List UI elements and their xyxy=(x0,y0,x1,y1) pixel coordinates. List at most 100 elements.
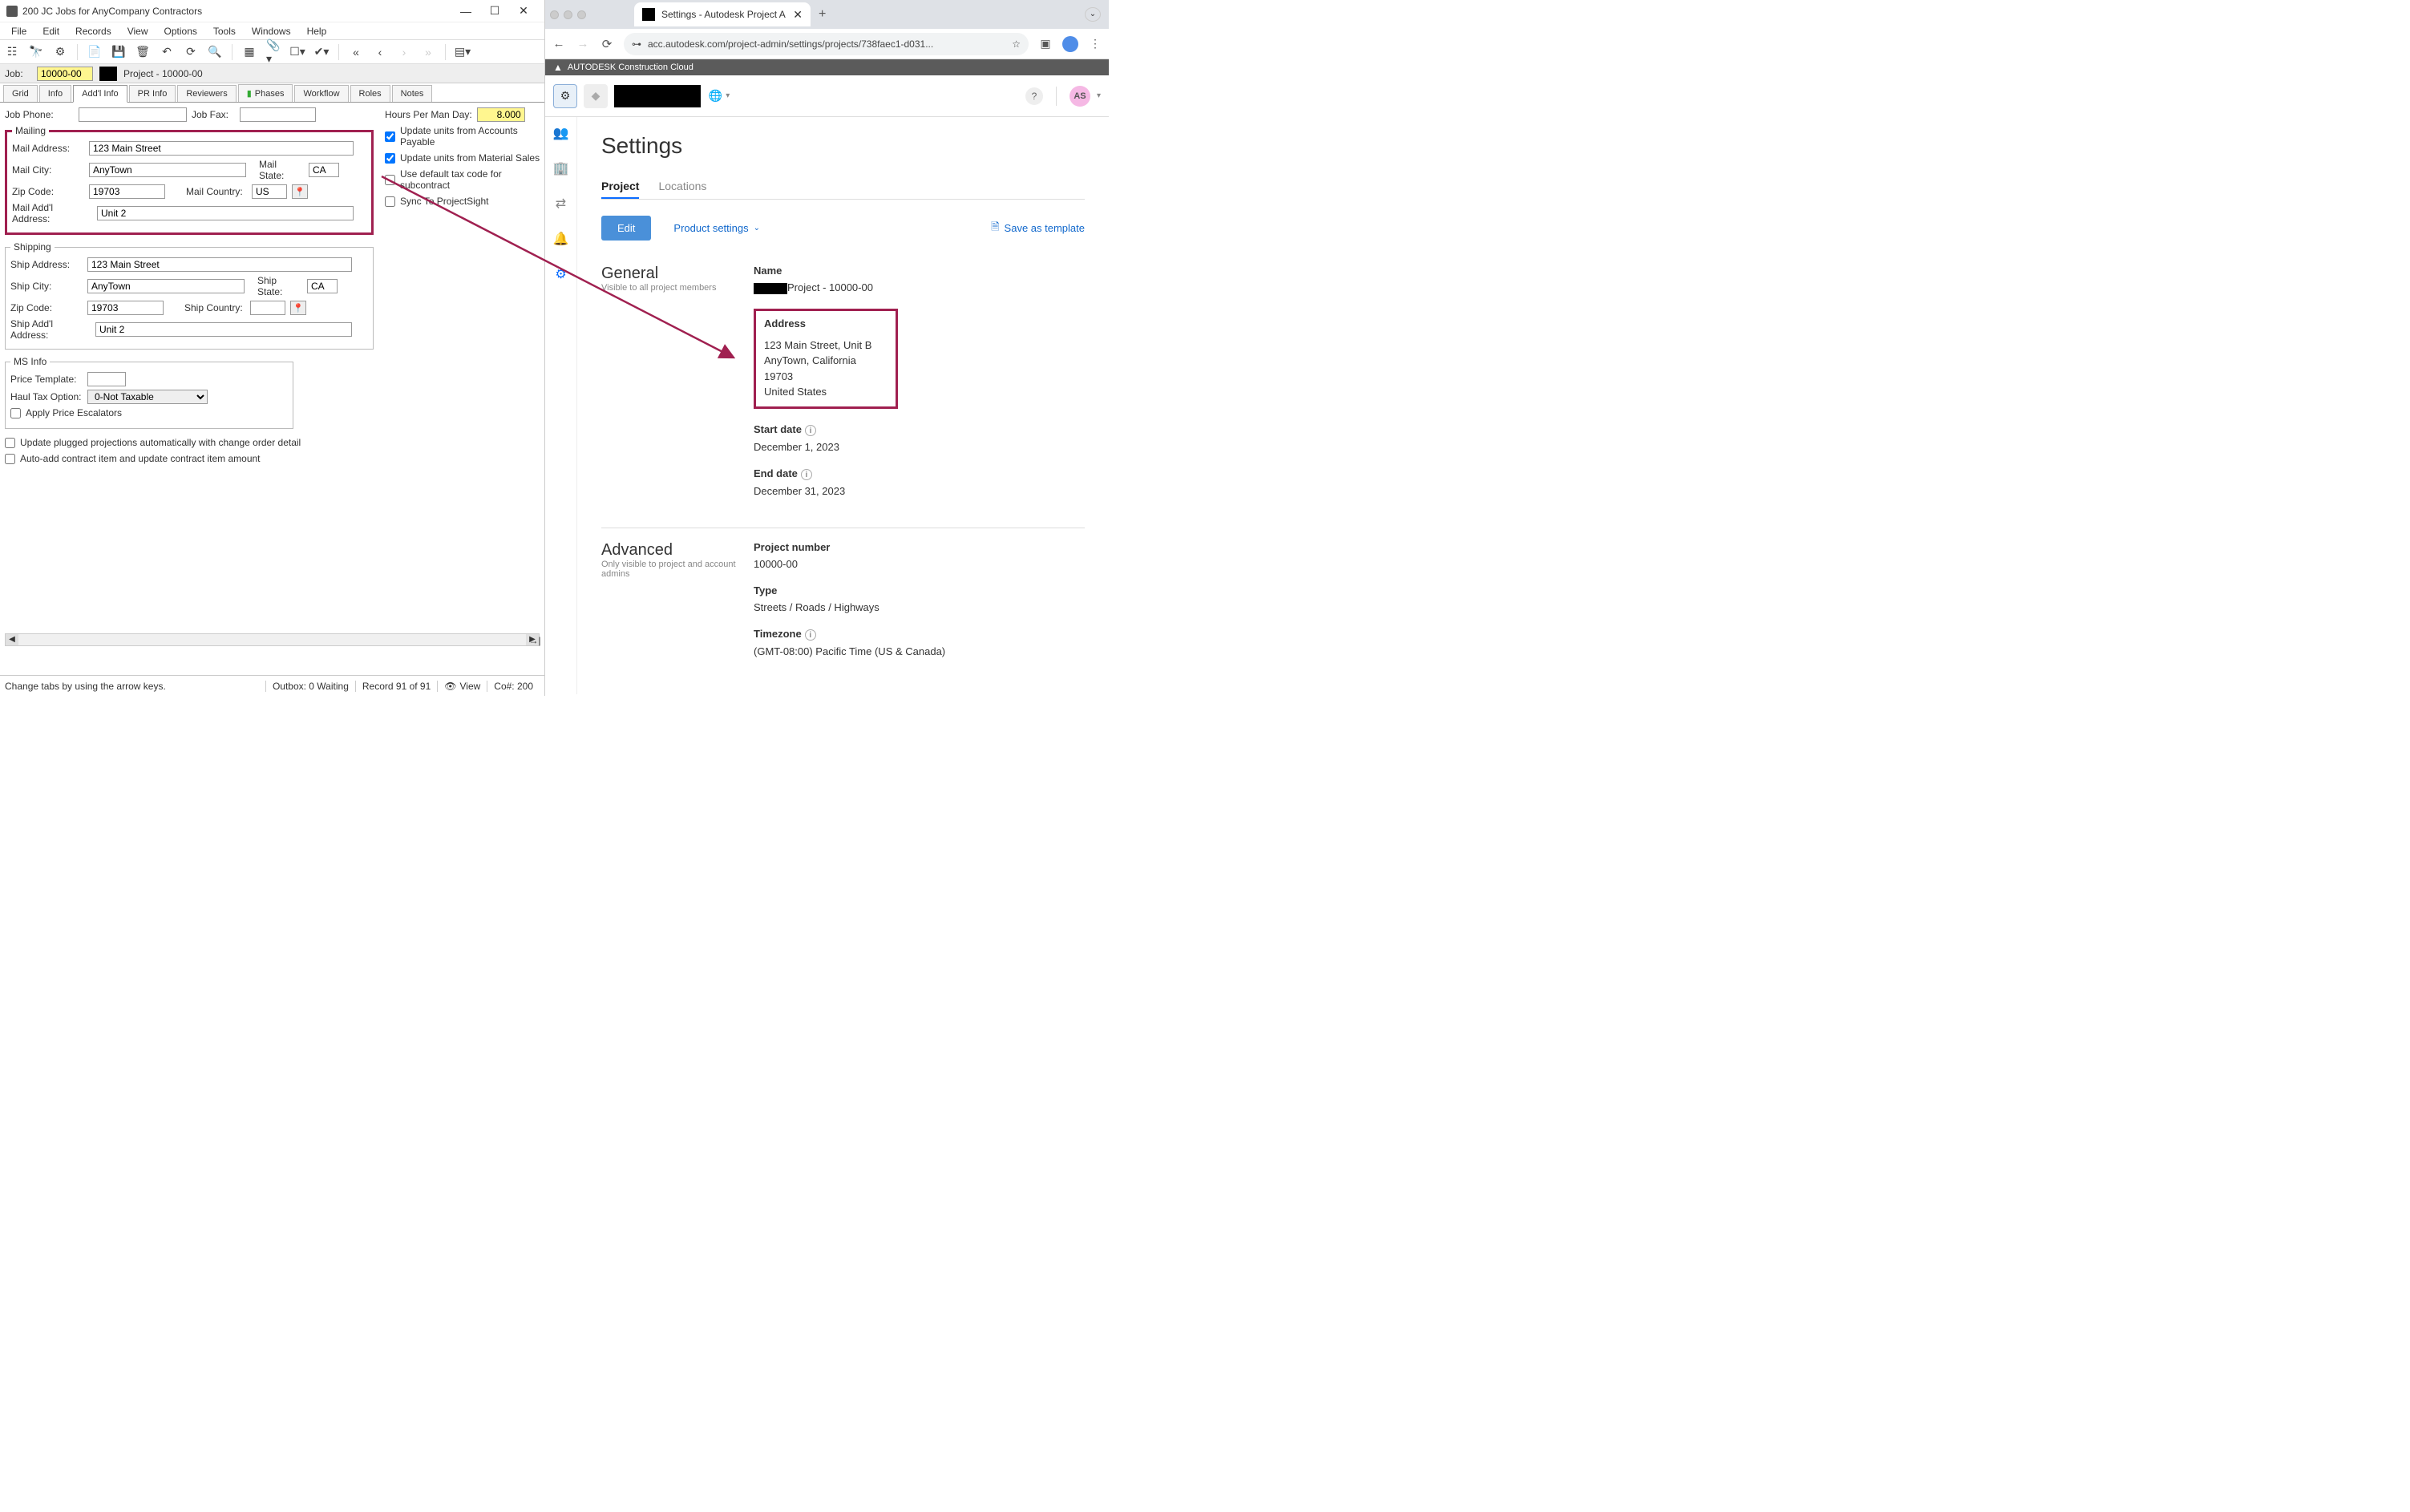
url-box[interactable]: ⊶ acc.autodesk.com/project-admin/setting… xyxy=(624,33,1029,55)
module-picker-button[interactable]: ◆ xyxy=(584,84,608,108)
table-icon[interactable]: ▤▾ xyxy=(455,45,470,59)
delete-icon[interactable]: 🗑 xyxy=(135,45,150,59)
menu-records[interactable]: Records xyxy=(67,26,119,37)
admin-gear-button[interactable]: ⚙ xyxy=(553,84,577,108)
rail-settings-icon[interactable]: ⚙ xyxy=(555,266,566,282)
save-as-template-link[interactable]: 🗎 Save as template xyxy=(991,220,1085,237)
edit-button[interactable]: Edit xyxy=(601,216,651,241)
new-tab-button[interactable]: + xyxy=(819,7,826,22)
refresh-icon[interactable]: ⟳ xyxy=(184,45,198,59)
tab-addl-info[interactable]: Add'l Info xyxy=(73,85,127,103)
auto-add-checkbox[interactable] xyxy=(5,454,15,464)
prev-icon[interactable]: ‹ xyxy=(373,45,387,59)
tab-locations[interactable]: Locations xyxy=(658,175,706,199)
use-default-tax-checkbox[interactable] xyxy=(385,175,395,185)
last-icon[interactable]: » xyxy=(421,45,435,59)
attach-icon[interactable]: 📎▾ xyxy=(266,45,281,59)
tab-roles[interactable]: Roles xyxy=(350,85,390,102)
hours-per-man-input[interactable] xyxy=(477,107,525,122)
tab-notes[interactable]: Notes xyxy=(392,85,433,102)
new-icon[interactable]: 📄 xyxy=(87,45,102,59)
tab-phases[interactable]: Phases xyxy=(238,84,293,102)
back-icon[interactable]: ← xyxy=(552,37,566,51)
info-icon[interactable]: i xyxy=(801,469,812,480)
rail-members-icon[interactable]: 👥 xyxy=(553,125,569,141)
forward-icon[interactable]: → xyxy=(576,37,590,51)
job-input[interactable] xyxy=(37,67,93,81)
gear-icon[interactable]: ⚙ xyxy=(53,45,67,59)
tab-reviewers[interactable]: Reviewers xyxy=(177,85,236,102)
first-icon[interactable]: « xyxy=(349,45,363,59)
avatar-chevron-icon[interactable]: ▾ xyxy=(1097,91,1101,100)
rail-notifications-icon[interactable]: 🔔 xyxy=(553,231,569,247)
mail-state-input[interactable] xyxy=(309,163,339,177)
mail-map-button[interactable]: 📍 xyxy=(292,184,308,199)
product-settings-link[interactable]: Product settings ⌄ xyxy=(673,222,760,234)
menu-edit[interactable]: Edit xyxy=(34,26,67,37)
traffic-maximize-icon[interactable] xyxy=(577,10,586,19)
menu-windows[interactable]: Windows xyxy=(244,26,299,37)
user-avatar[interactable]: AS xyxy=(1070,86,1090,107)
globe-icon[interactable]: 🌐 ▾ xyxy=(707,89,731,103)
traffic-minimize-icon[interactable] xyxy=(564,10,572,19)
menu-view[interactable]: View xyxy=(119,26,156,37)
tab-pr-info[interactable]: PR Info xyxy=(129,85,176,102)
undo-icon[interactable]: ↶ xyxy=(160,45,174,59)
ship-addl-input[interactable] xyxy=(95,322,352,337)
check-icon[interactable]: ✔▾ xyxy=(314,45,329,59)
tab-close-icon[interactable]: ✕ xyxy=(793,8,803,22)
browser-tab[interactable]: Settings - Autodesk Project A ✕ xyxy=(634,2,811,26)
binoculars-icon[interactable]: 🔭 xyxy=(29,45,43,59)
mail-zip-input[interactable] xyxy=(89,184,165,199)
mail-address-input[interactable] xyxy=(89,141,354,156)
reload-icon[interactable]: ⟳ xyxy=(600,37,614,51)
tab-overflow-icon[interactable]: ⌄ xyxy=(1085,7,1101,22)
profile-icon[interactable] xyxy=(1062,36,1078,52)
update-ap-checkbox[interactable] xyxy=(385,131,395,142)
update-plugged-checkbox[interactable] xyxy=(5,438,15,448)
horizontal-scrollbar[interactable]: ◀ ▶ xyxy=(5,633,540,646)
haul-tax-select[interactable]: 0-Not Taxable xyxy=(87,390,208,404)
site-settings-icon[interactable]: ⊶ xyxy=(632,38,641,50)
menu-options[interactable]: Options xyxy=(156,26,205,37)
mail-country-input[interactable] xyxy=(252,184,287,199)
ship-map-button[interactable]: 📍 xyxy=(290,301,306,315)
save-icon[interactable]: 💾 xyxy=(111,45,126,59)
help-icon[interactable]: ? xyxy=(1025,87,1043,105)
ship-zip-input[interactable] xyxy=(87,301,164,315)
apply-escalators-checkbox[interactable] xyxy=(10,408,21,418)
grid-icon[interactable]: ▦ xyxy=(242,45,257,59)
ship-state-input[interactable] xyxy=(307,279,338,293)
rail-companies-icon[interactable]: 🏢 xyxy=(553,160,569,176)
tab-info[interactable]: Info xyxy=(39,85,71,102)
ship-address-input[interactable] xyxy=(87,257,352,272)
mail-city-input[interactable] xyxy=(89,163,246,177)
mail-addl-input[interactable] xyxy=(97,206,354,220)
price-template-input[interactable] xyxy=(87,372,126,386)
next-icon[interactable]: › xyxy=(397,45,411,59)
bookmark-icon[interactable]: ☆ xyxy=(1012,38,1021,50)
expand-icon[interactable]: →| xyxy=(528,635,541,648)
scroll-left-icon[interactable]: ◀ xyxy=(6,634,18,645)
kebab-icon[interactable]: ⋮ xyxy=(1088,37,1102,51)
menu-file[interactable]: File xyxy=(3,26,34,37)
minimize-button[interactable]: — xyxy=(451,5,480,18)
info-icon[interactable]: i xyxy=(805,425,816,436)
job-phone-input[interactable] xyxy=(79,107,187,122)
ship-country-input[interactable] xyxy=(250,301,285,315)
maximize-button[interactable]: ☐ xyxy=(480,4,509,18)
tab-project[interactable]: Project xyxy=(601,175,639,199)
job-fax-input[interactable] xyxy=(240,107,316,122)
panel-icon[interactable]: ▣ xyxy=(1038,37,1053,51)
ship-city-input[interactable] xyxy=(87,279,245,293)
sync-projectsight-checkbox[interactable] xyxy=(385,196,395,207)
form-icon[interactable]: ☷ xyxy=(5,45,19,59)
traffic-close-icon[interactable] xyxy=(550,10,559,19)
tab-workflow[interactable]: Workflow xyxy=(294,85,348,102)
rail-bridge-icon[interactable]: ⇄ xyxy=(556,196,566,212)
close-button[interactable]: ✕ xyxy=(509,4,538,18)
update-ms-checkbox[interactable] xyxy=(385,153,395,164)
menu-tools[interactable]: Tools xyxy=(205,26,244,37)
search-icon[interactable]: 🔍 xyxy=(208,45,222,59)
menu-help[interactable]: Help xyxy=(299,26,335,37)
